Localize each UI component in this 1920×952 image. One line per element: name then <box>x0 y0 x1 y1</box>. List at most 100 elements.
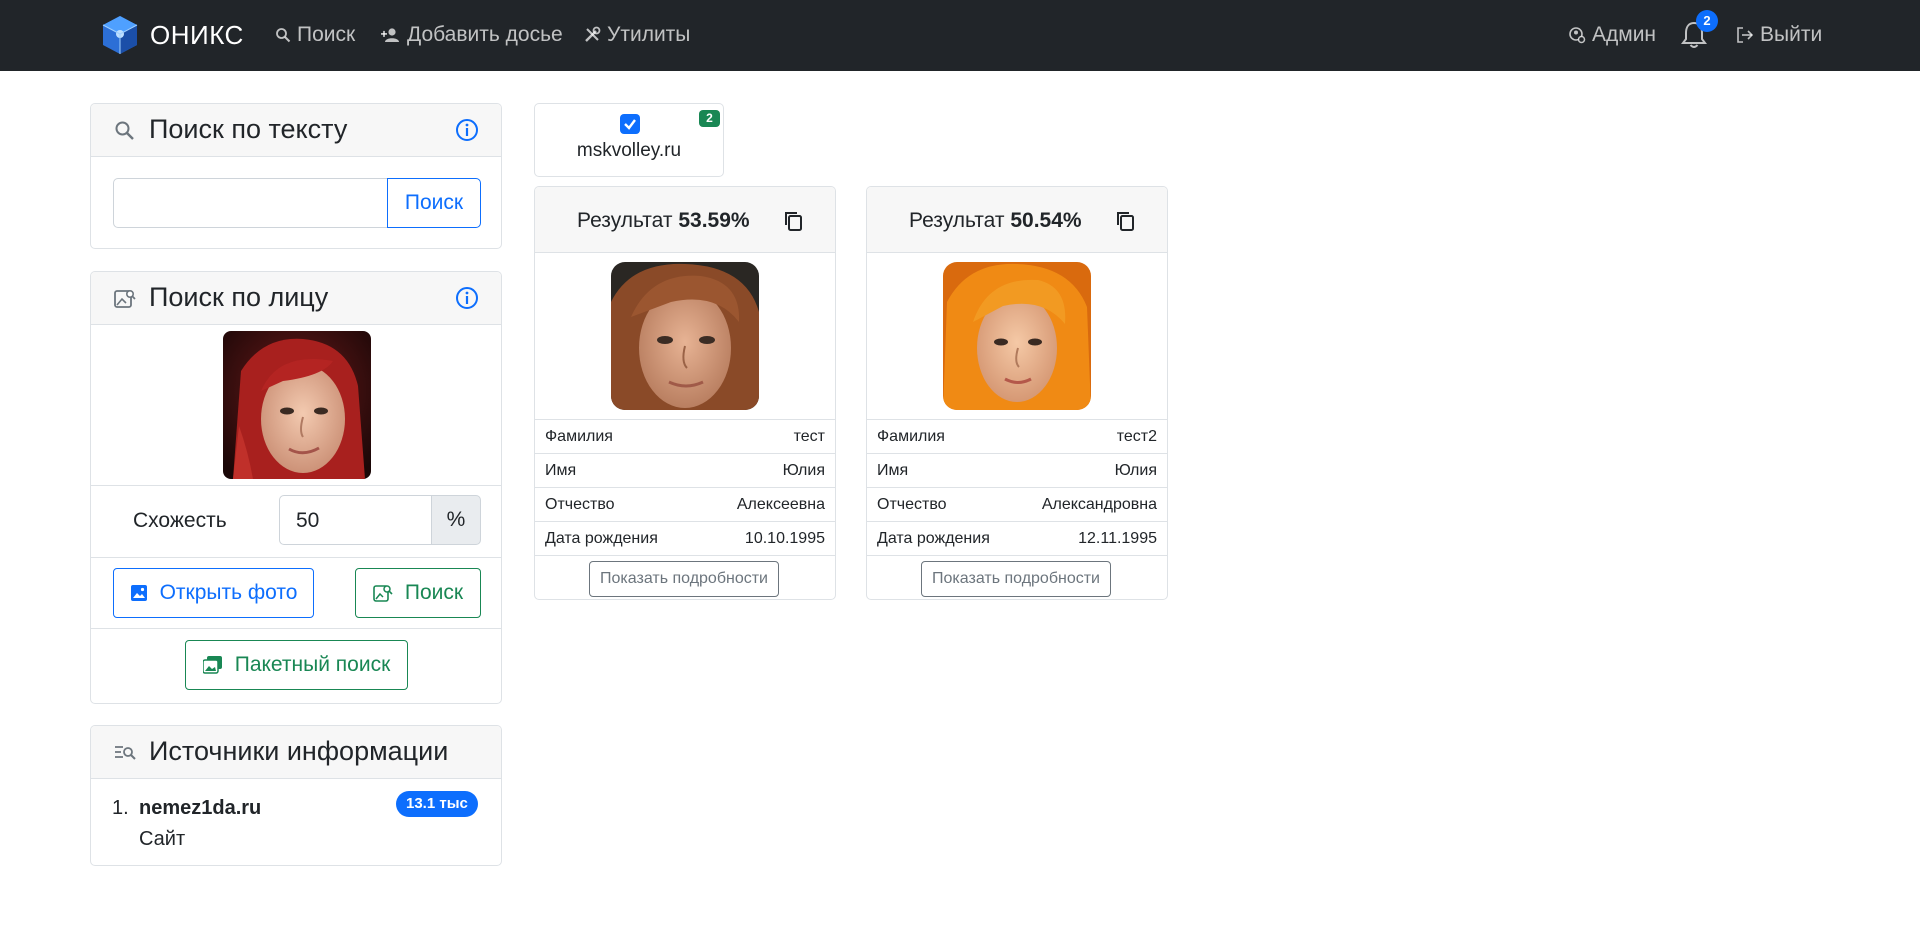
field-key: Отчество <box>877 496 947 513</box>
show-details-button[interactable]: Показать подробности <box>921 561 1111 597</box>
source-item-type: Сайт <box>139 828 186 850</box>
similarity-label: Схожесть <box>133 509 227 532</box>
source-filter-count-badge: 2 <box>699 110 720 127</box>
person-add-icon <box>381 28 399 42</box>
field-value: Юлия <box>782 462 825 479</box>
tools-icon <box>585 26 601 42</box>
field-key: Фамилия <box>545 428 613 445</box>
notifications-button[interactable]: 2 <box>1678 10 1718 52</box>
result-score: 50.54% <box>1010 209 1082 232</box>
person-gear-icon <box>1569 27 1586 44</box>
result-title-prefix: Результат <box>909 209 1005 232</box>
face-search-button-label: Поиск <box>404 581 464 604</box>
result-card: Результат 50.54% Фамилия тест2 Имя Юлия От… <box>866 186 1168 600</box>
source-item-count-badge: 13.1 тыс <box>396 791 478 817</box>
sources-title: Источники информации <box>149 736 449 766</box>
result-score: 53.59% <box>678 209 750 232</box>
field-value: тест <box>793 428 825 445</box>
nav-add-dossier-link[interactable]: Добавить досье <box>381 20 563 50</box>
text-search-input[interactable] <box>113 178 389 228</box>
result-field-row: Дата рождения 12.11.1995 <box>867 521 1167 555</box>
copy-icon[interactable] <box>1115 210 1137 232</box>
open-photo-button[interactable]: Открыть фото <box>113 568 314 618</box>
image-search-icon <box>373 585 393 602</box>
result-actions-row: Показать подробности <box>867 555 1167 599</box>
navbar: ОНИКС Поиск Добавить досье Утилиты Админ… <box>0 0 1920 71</box>
field-key: Отчество <box>545 496 615 513</box>
source-filter-checkbox[interactable] <box>620 114 640 134</box>
image-icon <box>130 585 147 601</box>
query-face-photo <box>223 331 371 479</box>
field-key: Имя <box>545 462 577 479</box>
result-title: Результат 53.59% <box>577 209 750 233</box>
result-card: Результат 53.59% Фамилия тест Имя Юлия Отч… <box>534 186 836 600</box>
logout-label: Выйти <box>1760 23 1823 46</box>
result-field-row: Фамилия тест <box>535 419 835 453</box>
search-icon <box>276 28 291 43</box>
result-face-photo <box>943 262 1091 410</box>
text-search-button-label: Поиск <box>404 191 464 214</box>
field-key: Дата рождения <box>877 530 990 547</box>
result-title: Результат 50.54% <box>909 209 1082 233</box>
result-field-row: Имя Юлия <box>535 453 835 487</box>
nav-search-label: Поиск <box>297 23 356 46</box>
copy-icon[interactable] <box>783 210 805 232</box>
nav-add-dossier-label: Добавить досье <box>407 23 563 46</box>
list-search-icon <box>115 746 136 760</box>
result-title-prefix: Результат <box>577 209 673 232</box>
result-face-photo <box>611 262 759 410</box>
result-field-row: Фамилия тест2 <box>867 419 1167 453</box>
sources-header: Источники информации <box>91 726 501 779</box>
result-field-row: Имя Юлия <box>867 453 1167 487</box>
info-icon[interactable] <box>455 118 479 142</box>
result-header: Результат 53.59% <box>535 187 835 253</box>
field-key: Имя <box>877 462 909 479</box>
face-search-button[interactable]: Поиск <box>355 568 481 618</box>
image-search-icon <box>114 289 136 308</box>
result-header: Результат 50.54% <box>867 187 1167 253</box>
source-item-name: nemez1da.ru <box>139 797 262 819</box>
text-search-card: Поиск по тексту Поиск <box>90 103 502 249</box>
text-search-header: Поиск по тексту <box>91 104 501 157</box>
similarity-value: 50 <box>296 509 320 532</box>
info-icon[interactable] <box>455 286 479 310</box>
brand-name: ОНИКС <box>150 19 244 50</box>
search-icon <box>115 121 134 140</box>
nav-user-link[interactable]: Админ <box>1568 20 1656 50</box>
open-photo-label: Открыть фото <box>159 581 298 604</box>
nav-user-label: Админ <box>1592 23 1657 46</box>
batch-search-label: Пакетный поиск <box>234 653 391 676</box>
field-value: тест2 <box>1116 428 1157 445</box>
source-filter-tab[interactable]: 2 mskvolley.ru <box>534 103 724 177</box>
face-search-header: Поиск по лицу <box>91 272 501 325</box>
result-field-row: Отчество Алексеевна <box>535 487 835 521</box>
field-value: 12.11.1995 <box>1078 530 1157 547</box>
result-field-row: Дата рождения 10.10.1995 <box>535 521 835 555</box>
text-search-button[interactable]: Поиск <box>387 178 481 228</box>
logout-link[interactable]: Выйти <box>1736 20 1822 50</box>
field-key: Фамилия <box>877 428 945 445</box>
nav-utilities-label: Утилиты <box>607 23 691 46</box>
source-filter-label: mskvolley.ru <box>576 140 682 161</box>
similarity-unit-addon: % <box>431 495 481 545</box>
images-icon <box>202 656 222 674</box>
check-icon <box>624 119 636 130</box>
batch-search-button[interactable]: Пакетный поиск <box>185 640 408 690</box>
nav-search-link[interactable]: Поиск <box>275 20 355 50</box>
face-search-title: Поиск по лицу <box>149 282 329 312</box>
onyx-cube-logo-icon <box>102 16 138 54</box>
sources-card: Источники информации 1. nemez1da.ru Сайт… <box>90 725 502 866</box>
show-details-button[interactable]: Показать подробности <box>589 561 779 597</box>
brand[interactable]: ОНИКС <box>100 14 244 56</box>
field-value: Юлия <box>1114 462 1157 479</box>
notifications-count-badge: 2 <box>1696 10 1718 32</box>
result-actions-row: Показать подробности <box>535 555 835 599</box>
text-search-title: Поиск по тексту <box>149 114 348 144</box>
field-value: Александровна <box>1041 496 1157 513</box>
nav-utilities-link[interactable]: Утилиты <box>583 20 690 50</box>
source-item-number: 1. <box>112 797 129 819</box>
field-value: 10.10.1995 <box>744 530 825 547</box>
field-key: Дата рождения <box>545 530 658 547</box>
similarity-input[interactable]: 50 <box>279 495 432 545</box>
logout-icon <box>1737 27 1754 43</box>
